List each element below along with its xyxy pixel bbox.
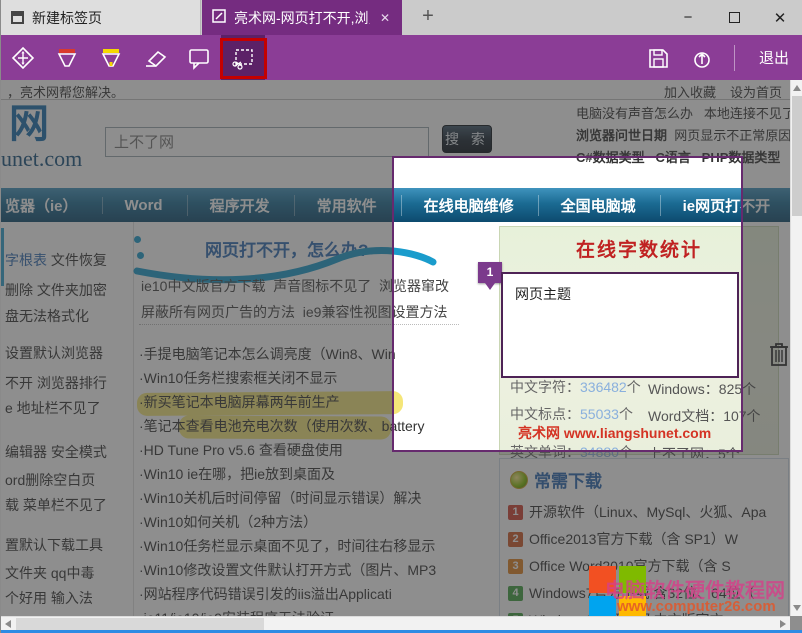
nav-item[interactable]: 程序开发 [187,195,272,216]
download-link[interactable]: 2Office2013官方下载（含 SP1）W [508,526,766,553]
nav-item[interactable]: 常用软件 [294,195,379,216]
article-list-item[interactable]: ·Win10关机后时间停留（时间显示错误）解决 [139,486,469,510]
typed-note-box[interactable]: 网页主题 [501,272,739,378]
page-content: ，亮术网帮您解决。 加入收藏 设为首页 网 unet.com 搜 索 电脑没有声… [1,80,802,630]
blank-page-icon [11,11,24,24]
move-selection-button[interactable] [1,35,45,80]
tutorial-watermark-url: www.computer26.com [617,598,776,615]
rank-badge: 4 [508,586,523,601]
downloads-icon [510,471,528,489]
window-controls: − ✕ [665,0,802,35]
sidebar-link[interactable]: 个好用 输入法 [5,588,93,608]
tab-bar: 新建标签页 亮术网-网页打不开,浏览 ✕ + − ✕ [1,0,802,35]
trash-icon[interactable] [768,340,790,373]
scroll-right-icon[interactable] [780,620,786,628]
scroll-down-icon[interactable] [793,605,801,611]
nav-item[interactable]: Word [102,197,165,214]
horizontal-scrollbar[interactable] [1,616,790,630]
tab-title: 亮术网-网页打不开,浏览 [234,8,370,28]
site-logo-text[interactable]: unet.com [1,146,82,172]
site-logo-glyph[interactable]: 网 [9,104,49,144]
sidebar-link[interactable]: e 地址栏不见了 [5,398,101,418]
save-icon [646,46,670,70]
article-list-item[interactable]: ·网站程序代码错误引发的iis溢出Applicati [139,582,469,606]
sidebar-link[interactable]: 编辑器 安全模式 [5,442,107,462]
sidebar-link[interactable]: 盘无法格式化 [5,306,89,326]
pen-button[interactable] [45,35,89,80]
tab-new-page[interactable]: 新建标签页 [1,0,201,35]
note-number-badge[interactable]: 1 [478,262,502,283]
downloads-header: 常需下载 [534,467,602,492]
hot-link[interactable]: 网页显示不正常原因 [667,128,791,143]
rank-badge: 2 [508,532,523,547]
article-list-item[interactable]: ·Win10修改设置文件默认打开方式（图片、MP3 [139,558,469,582]
sidebar-link[interactable]: ord删除空白页 [5,470,95,490]
sidebar-link[interactable]: 载 菜单栏不见了 [5,495,107,515]
add-note-button[interactable] [177,35,221,80]
sidebar-link[interactable]: 不开 浏览器排行 [5,373,107,393]
highlighter-button[interactable] [89,35,133,80]
pen-icon [54,45,80,71]
move-icon [10,45,36,71]
hot-link[interactable]: 浏览器问世日期 [576,128,667,143]
maximize-icon [729,12,740,23]
sidebar-link[interactable]: 设置默认浏览器 [5,343,103,363]
rank-badge: 1 [508,505,523,520]
tab-close-icon[interactable]: ✕ [378,11,392,25]
nav-item[interactable]: 览器（ie） [3,195,80,216]
sidebar-link[interactable]: 文件夹 qq中毒 [5,563,94,583]
note-bubble-icon [186,45,212,71]
article-list-item[interactable]: ·Win10任务栏显示桌面不见了，时间往右移显示 [139,534,469,558]
vertical-scrollbar-thumb[interactable] [792,96,802,216]
hot-link-row[interactable]: 电脑没有声音怎么办 本地连接不见了 [576,103,790,125]
share-button[interactable] [680,35,724,80]
page-topbar: ，亮术网帮您解决。 加入收藏 设为首页 [1,80,790,100]
set-homepage-link[interactable]: 设为首页 [730,82,782,101]
article-list-item[interactable]: ·Win10如何关机（2种方法） [139,510,469,534]
new-tab-button[interactable]: + [413,0,443,35]
web-note-toolbar: 退出 [1,35,802,80]
search-button[interactable]: 搜 索 [442,125,492,153]
rank-badge: 3 [508,559,523,574]
clip-icon [230,45,256,71]
download-link[interactable]: 1开源软件（Linux、MySql、火狐、Apa [508,499,766,526]
minimize-button[interactable]: − [665,0,711,35]
sidebar-links: 字根表 文件恢复 删除 文件夹加密 盘无法格式化 设置默认浏览器 不开 浏览器排… [3,222,134,616]
scroll-up-icon[interactable] [793,85,801,91]
share-icon [690,46,714,70]
eraser-icon [142,45,168,71]
topbar-slogan: ，亮术网帮您解决。 [7,82,124,101]
search-input[interactable] [105,127,429,157]
add-favorite-link[interactable]: 加入收藏 [664,82,716,101]
eraser-button[interactable] [133,35,177,80]
highlighter-icon [98,45,124,71]
vertical-scrollbar[interactable] [790,80,802,616]
clip-button[interactable] [221,35,265,80]
sidebar-link[interactable]: 删除 文件夹加密 [5,280,107,300]
pen-dot-mark [134,236,141,243]
tab-title: 新建标签页 [32,8,190,28]
toolbar-divider [734,45,735,71]
horizontal-scrollbar-thumb[interactable] [16,618,264,630]
scroll-left-icon[interactable] [5,620,11,628]
web-note-icon [212,9,226,26]
exit-button[interactable]: 退出 [745,47,802,68]
sidebar-link[interactable]: 字根表 文件恢复 [5,250,107,270]
save-button[interactable] [636,35,680,80]
tab-active-liangshunet[interactable]: 亮术网-网页打不开,浏览 ✕ [202,0,402,35]
maximize-button[interactable] [711,0,757,35]
sidebar-link[interactable]: 置默认下载工具 [5,535,103,555]
close-button[interactable]: ✕ [757,0,802,35]
article-list-item[interactable]: ·Win10 ie在哪，把ie放到桌面及 [139,462,469,486]
toolbar-right: 退出 [636,35,802,80]
